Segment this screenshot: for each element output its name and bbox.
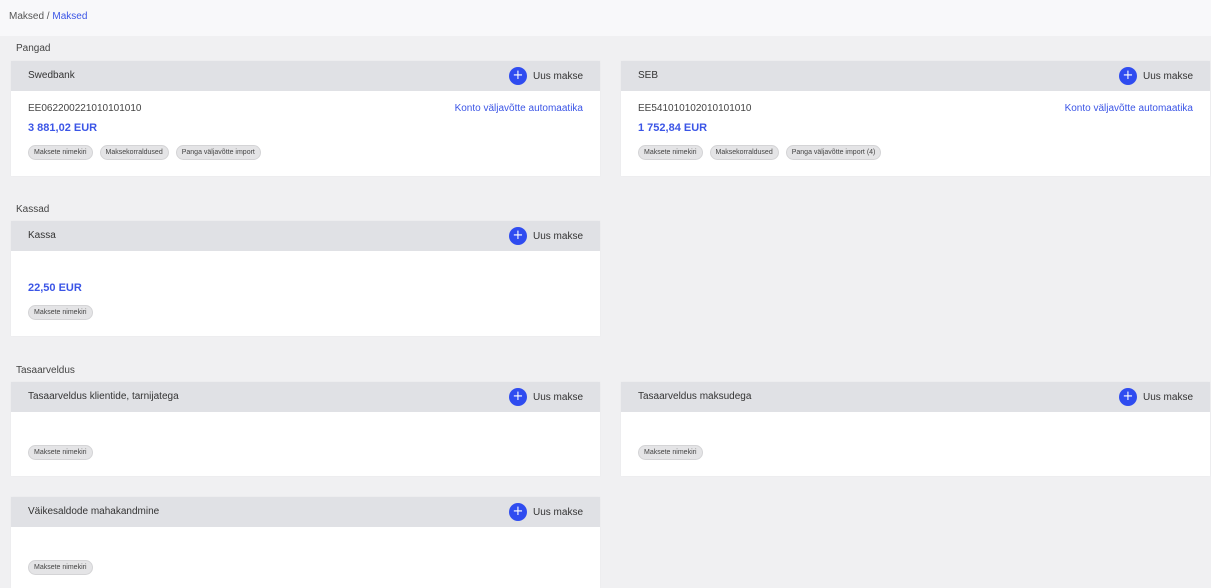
bank-statement-import-tag[interactable]: Panga väljavõtte import (4) (785, 145, 882, 160)
section-title-banks: Pangad (16, 43, 51, 54)
account-balance: 22,50 EUR (28, 282, 82, 294)
cash-card-kassa: Kassa + Uus makse 22,50 EUR Maksete nime… (11, 221, 600, 336)
breadcrumb-current[interactable]: Maksed (52, 11, 87, 22)
card-actions: Maksete nimekiri (28, 560, 100, 575)
card-title: Väikesaldode mahakandmine (28, 506, 160, 517)
payments-list-tag[interactable]: Maksete nimekiri (28, 305, 93, 320)
card-actions: Maksete nimekiri (638, 445, 710, 460)
card-header: Kassa + Uus makse (11, 221, 600, 251)
new-payment-label: Uus makse (532, 506, 583, 518)
payments-list-tag[interactable]: Maksete nimekiri (28, 145, 93, 160)
card-actions: Maksete nimekiri (28, 305, 100, 320)
statement-automation-link[interactable]: Konto väljavõtte automaatika (455, 103, 583, 114)
card-header: Väikesaldode mahakandmine + Uus makse (11, 497, 600, 527)
bank-card-seb: SEB + Uus makse EE541010102010101010 Kon… (621, 61, 1210, 176)
card-header: SEB + Uus makse (621, 61, 1210, 91)
account-number: EE541010102010101010 (638, 103, 752, 114)
card-header: Tasaarveldus maksudega + Uus makse (621, 382, 1210, 412)
account-balance: 1 752,84 EUR (638, 122, 708, 134)
card-actions: Maksete nimekiri Maksekorraldused Panga … (28, 145, 268, 160)
new-payment-label: Uus makse (1142, 391, 1193, 403)
plus-circle-icon: + (508, 388, 527, 406)
payment-orders-tag[interactable]: Maksekorraldused (99, 145, 169, 160)
breadcrumb: Maksed / Maksed (9, 11, 87, 22)
new-payment-button[interactable]: + Uus makse (508, 503, 583, 521)
account-number: EE062200221010101010 (28, 103, 142, 114)
card-actions: Maksete nimekiri (28, 445, 100, 460)
section-title-offset: Tasaarveldus (16, 365, 75, 376)
new-payment-button[interactable]: + Uus makse (508, 227, 583, 245)
bank-card-swedbank: Swedbank + Uus makse EE06220022101010101… (11, 61, 600, 176)
plus-circle-icon: + (1118, 388, 1137, 406)
plus-circle-icon: + (1118, 67, 1137, 85)
payments-list-tag[interactable]: Maksete nimekiri (28, 560, 93, 575)
card-header: Tasaarveldus klientide, tarnijatega + Uu… (11, 382, 600, 412)
card-actions: Maksete nimekiri Maksekorraldused Panga … (638, 145, 888, 160)
card-header: Swedbank + Uus makse (11, 61, 600, 91)
top-bar: Maksed / Maksed (0, 0, 1211, 36)
payments-list-tag[interactable]: Maksete nimekiri (28, 445, 93, 460)
bank-statement-import-tag[interactable]: Panga väljavõtte import (175, 145, 261, 160)
payment-orders-tag[interactable]: Maksekorraldused (709, 145, 779, 160)
new-payment-label: Uus makse (1142, 70, 1193, 82)
new-payment-button[interactable]: + Uus makse (1118, 388, 1193, 406)
new-payment-button[interactable]: + Uus makse (1118, 67, 1193, 85)
card-title: Swedbank (28, 70, 75, 81)
plus-circle-icon: + (508, 67, 527, 85)
card-title: SEB (638, 70, 659, 81)
section-title-cash: Kassad (16, 204, 50, 215)
card-title: Kassa (28, 230, 56, 241)
statement-automation-link[interactable]: Konto väljavõtte automaatika (1065, 103, 1193, 114)
breadcrumb-parent[interactable]: Maksed (9, 11, 44, 22)
new-payment-label: Uus makse (532, 391, 583, 403)
new-payment-label: Uus makse (532, 70, 583, 82)
offset-card-clients: Tasaarveldus klientide, tarnijatega + Uu… (11, 382, 600, 476)
offset-card-writeoff: Väikesaldode mahakandmine + Uus makse Ma… (11, 497, 600, 588)
payments-list-tag[interactable]: Maksete nimekiri (638, 445, 703, 460)
card-title: Tasaarveldus klientide, tarnijatega (28, 391, 179, 402)
plus-circle-icon: + (508, 227, 527, 245)
offset-card-taxes: Tasaarveldus maksudega + Uus makse Makse… (621, 382, 1210, 476)
payments-list-tag[interactable]: Maksete nimekiri (638, 145, 703, 160)
account-balance: 3 881,02 EUR (28, 122, 98, 134)
new-payment-button[interactable]: + Uus makse (508, 388, 583, 406)
new-payment-label: Uus makse (532, 230, 583, 242)
new-payment-button[interactable]: + Uus makse (508, 67, 583, 85)
card-title: Tasaarveldus maksudega (638, 391, 752, 402)
plus-circle-icon: + (508, 503, 527, 521)
